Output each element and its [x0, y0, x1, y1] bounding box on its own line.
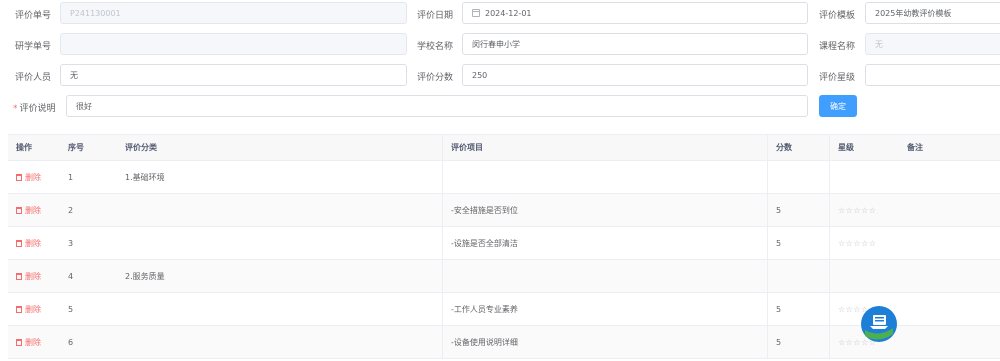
- evaluation-table: 操作 序号 评价分类 评价项目 分数 星级 备注 删除 1 1.基础环境 删除 …: [8, 134, 1000, 359]
- course-no-input: [60, 33, 407, 55]
- row-item: -设备使用说明详细: [442, 326, 767, 358]
- row-stars[interactable]: [829, 161, 899, 193]
- desc-label-text: 评价说明: [19, 104, 56, 114]
- row-no: 4: [68, 271, 74, 281]
- eval-date-value: 2024-12-01: [485, 8, 532, 18]
- school-logo-icon: [861, 306, 897, 342]
- trash-icon: [16, 305, 22, 313]
- row-remark: [899, 293, 1000, 325]
- row-category: [117, 326, 442, 358]
- level-label: 评价星级: [819, 73, 856, 83]
- row-no: 3: [68, 238, 74, 248]
- row-no: 6: [68, 337, 74, 347]
- trash-icon: [16, 239, 22, 247]
- evaluator-input[interactable]: 无: [60, 64, 407, 86]
- eval-no-label: 评价单号: [15, 11, 52, 21]
- row-score: [767, 260, 829, 292]
- row-no: 1: [68, 172, 74, 182]
- row-remark: [899, 194, 1000, 226]
- row-score: 5: [767, 293, 829, 325]
- table-header: 操作 序号 评价分类 评价项目 分数 星级 备注: [8, 135, 1000, 161]
- row-no: 5: [68, 304, 74, 314]
- header-score: 分数: [767, 135, 829, 160]
- trash-icon: [16, 206, 22, 214]
- course-no-label: 研学单号: [15, 42, 52, 52]
- row-score: [767, 161, 829, 193]
- score-label: 评价分数: [417, 73, 454, 83]
- desc-input[interactable]: 很好: [66, 95, 808, 117]
- header-item: 评价项目: [442, 135, 767, 160]
- required-mark: *: [13, 104, 18, 114]
- school-name-label: 学校名称: [417, 42, 454, 52]
- row-score: 5: [767, 227, 829, 259]
- row-remark: [899, 260, 1000, 292]
- row-item: -安全措施是否到位: [442, 194, 767, 226]
- score-input[interactable]: 250: [462, 64, 808, 86]
- evaluation-form: 评价单号 P241130001 评价日期 2024-12-01 评价模板 202…: [0, 0, 1000, 130]
- delete-button[interactable]: 删除: [16, 304, 41, 315]
- row-score: 5: [767, 194, 829, 226]
- row-item: -工作人员专业素养: [442, 293, 767, 325]
- delete-button[interactable]: 删除: [16, 337, 41, 348]
- eval-date-label: 评价日期: [417, 11, 454, 21]
- level-input[interactable]: [865, 64, 1000, 86]
- trash-icon: [16, 173, 22, 181]
- trash-icon: [16, 338, 22, 346]
- header-remark: 备注: [907, 143, 923, 152]
- row-category: 2.服务质量: [125, 271, 165, 281]
- row-stars[interactable]: [829, 260, 899, 292]
- eval-date-picker[interactable]: 2024-12-01: [462, 2, 808, 24]
- row-category: [117, 227, 442, 259]
- row-remark: [899, 326, 1000, 358]
- row-item: [442, 161, 767, 193]
- table-row: 删除 5 -工作人员专业素养 5 ☆☆☆☆☆: [8, 293, 1000, 326]
- calendar-icon: [472, 9, 480, 17]
- school-name-input[interactable]: 闵行春申小学: [462, 33, 808, 55]
- table-row: 删除 4 2.服务质量: [8, 260, 1000, 293]
- course-name-label: 课程名称: [819, 42, 856, 52]
- row-stars[interactable]: ☆☆☆☆☆: [829, 227, 899, 259]
- star-icon: ☆☆☆☆☆: [838, 205, 877, 215]
- delete-button[interactable]: 删除: [16, 271, 41, 282]
- header-stars: 星级: [829, 135, 899, 160]
- header-category: 评价分类: [125, 143, 157, 152]
- delete-button[interactable]: 删除: [16, 238, 41, 249]
- delete-button[interactable]: 删除: [16, 172, 41, 183]
- row-remark: [899, 161, 1000, 193]
- star-icon: ☆☆☆☆☆: [838, 238, 877, 248]
- row-item: [442, 260, 767, 292]
- trash-icon: [16, 272, 22, 280]
- eval-template-select[interactable]: 2025年幼教评价模板: [865, 2, 1000, 24]
- eval-no-input: P241130001: [60, 2, 407, 24]
- table-row: 删除 1 1.基础环境: [8, 161, 1000, 194]
- header-no: 序号: [68, 143, 84, 152]
- row-category: 1.基础环境: [125, 172, 165, 182]
- row-score: 5: [767, 326, 829, 358]
- row-category: [117, 293, 442, 325]
- course-name-input: 无: [865, 33, 1000, 55]
- row-item: -设施是否全部清洁: [442, 227, 767, 259]
- table-row: 删除 3 -设施是否全部清洁 5 ☆☆☆☆☆: [8, 227, 1000, 260]
- eval-template-label: 评价模板: [819, 11, 856, 21]
- header-op: 操作: [16, 143, 32, 152]
- table-row: 删除 2 -安全措施是否到位 5 ☆☆☆☆☆: [8, 194, 1000, 227]
- evaluator-label: 评价人员: [15, 73, 52, 83]
- table-row: 删除 6 -设备使用说明详细 5 ☆☆☆☆☆: [8, 326, 1000, 359]
- row-remark: [899, 227, 1000, 259]
- row-no: 2: [68, 205, 74, 215]
- row-stars[interactable]: ☆☆☆☆☆: [829, 194, 899, 226]
- confirm-button[interactable]: 确定: [819, 95, 857, 117]
- desc-label: * 评价说明: [13, 101, 56, 114]
- row-category: [117, 194, 442, 226]
- delete-button[interactable]: 删除: [16, 205, 41, 216]
